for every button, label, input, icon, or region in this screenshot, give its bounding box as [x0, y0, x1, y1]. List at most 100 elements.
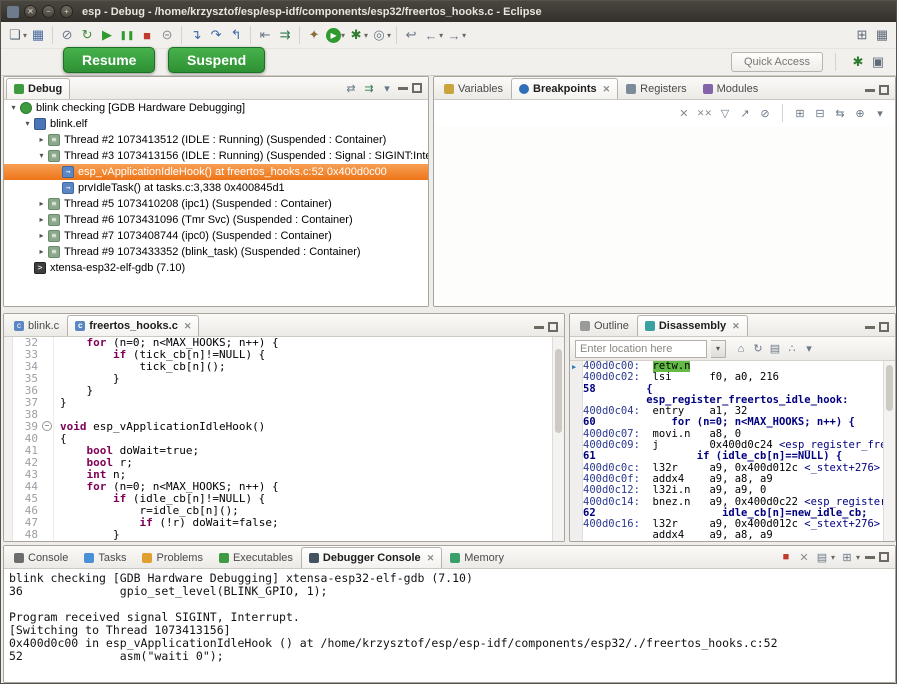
track-expression-icon[interactable]: ∴	[785, 342, 799, 356]
dropdown-caret-icon[interactable]: ▾	[439, 31, 443, 40]
expand-arrow-icon[interactable]: ▸	[36, 196, 47, 212]
collapse-all-icon[interactable]: ⊟	[813, 106, 827, 120]
minimize-view-icon[interactable]	[534, 326, 544, 329]
dropdown-caret-icon[interactable]: ▾	[462, 31, 466, 40]
dropdown-caret-icon[interactable]: ▾	[341, 31, 345, 40]
instruction-stepping-icon[interactable]: ⇉	[275, 25, 295, 45]
maximize-window-button[interactable]: +	[60, 5, 73, 18]
forward-icon[interactable]: →	[444, 25, 464, 45]
tab-freertos-hooks-c[interactable]: cfreertos_hooks.c✕	[67, 315, 199, 336]
maximize-view-icon[interactable]	[412, 83, 422, 93]
close-tab-icon[interactable]: ✕	[427, 553, 435, 564]
link-with-debug-view-icon[interactable]: ⇆	[833, 106, 847, 120]
debug-tree-item[interactable]: >xtensa-esp32-elf-gdb (7.10)	[4, 260, 428, 276]
dropdown-caret-icon[interactable]: ▾	[23, 31, 27, 40]
launch-wizard-icon[interactable]: ✦	[304, 25, 324, 45]
tab-registers[interactable]: Registers	[618, 78, 694, 99]
collapse-arrow-icon[interactable]: ▾	[36, 148, 47, 164]
tab-breakpoints[interactable]: Breakpoints✕	[511, 78, 618, 99]
close-tab-icon[interactable]: ✕	[603, 84, 611, 95]
expand-arrow-icon[interactable]: ▸	[36, 228, 47, 244]
refresh-icon[interactable]: ↻	[751, 342, 765, 356]
tab-debug[interactable]: Debug	[6, 78, 70, 99]
dropdown-caret-icon[interactable]: ▾	[387, 31, 391, 40]
back-icon[interactable]: ←	[421, 25, 441, 45]
view-menu-icon[interactable]: ▾	[873, 106, 887, 120]
step-into-icon[interactable]: ↴	[186, 25, 206, 45]
debug-perspective-icon[interactable]: ✱	[848, 52, 868, 72]
connect-process-icon[interactable]: ⇄	[344, 81, 358, 95]
expand-arrow-icon[interactable]: ▸	[36, 212, 47, 228]
last-edit-location-icon[interactable]: ↩	[401, 25, 421, 45]
terminate-icon[interactable]: ■	[779, 550, 793, 564]
dropdown-caret-icon[interactable]: ▾	[364, 31, 368, 40]
disassembly-content[interactable]: ▶400d0c00: retw.n400d0c02: lsi f0, a0, 2…	[570, 361, 895, 541]
tab-executables[interactable]: Executables	[211, 547, 301, 568]
disconnect-icon[interactable]: ⊝	[157, 25, 177, 45]
dropdown-caret-icon[interactable]: ▾	[831, 553, 835, 562]
home-icon[interactable]: ⌂	[734, 342, 748, 356]
location-input[interactable]: Enter location here	[575, 340, 707, 358]
quick-access-button[interactable]: Quick Access	[731, 52, 823, 72]
debug-tree-item[interactable]: ▸≡Thread #9 1073433352 (blink_task) (Sus…	[4, 244, 428, 260]
minimize-view-icon[interactable]	[398, 87, 408, 90]
step-over-icon[interactable]: ↷	[206, 25, 226, 45]
restart-icon[interactable]: ↻	[77, 25, 97, 45]
editor-scrollbar[interactable]	[552, 337, 564, 541]
remove-breakpoint-icon[interactable]: ✕	[677, 106, 691, 120]
remove-launch-icon[interactable]: ✕	[797, 550, 811, 564]
workbench-grid-icon[interactable]: ▦	[872, 25, 892, 45]
tab-debugger-console[interactable]: Debugger Console✕	[301, 547, 442, 568]
suspend-icon[interactable]: ❚❚	[117, 25, 137, 45]
step-return-icon[interactable]: ↰	[226, 25, 246, 45]
maximize-view-icon[interactable]	[879, 322, 889, 332]
close-tab-icon[interactable]: ✕	[732, 321, 740, 332]
location-dropdown-icon[interactable]: ▾	[711, 340, 726, 358]
tab-disassembly[interactable]: Disassembly✕	[637, 315, 748, 336]
minimize-view-icon[interactable]	[865, 326, 875, 329]
tab-memory[interactable]: Memory	[442, 547, 512, 568]
fold-marker-icon[interactable]: −	[42, 421, 52, 431]
tab-tasks[interactable]: Tasks	[76, 547, 134, 568]
minimize-view-icon[interactable]	[865, 556, 875, 559]
scrollbar-thumb[interactable]	[886, 365, 893, 411]
disassembly-scrollbar[interactable]	[883, 361, 895, 541]
instruction-stepping-mode-icon[interactable]: ⇉	[362, 81, 376, 95]
view-menu-icon[interactable]: ▾	[380, 81, 394, 95]
debug-tree-item[interactable]: ▾blink checking [GDB Hardware Debugging]	[4, 100, 428, 116]
maximize-view-icon[interactable]	[548, 322, 558, 332]
debug-tree-item[interactable]: →esp_vApplicationIdleHook() at freertos_…	[4, 164, 428, 180]
tab-modules[interactable]: Modules	[695, 78, 767, 99]
maximize-view-icon[interactable]	[879, 85, 889, 95]
collapse-arrow-icon[interactable]: ▾	[8, 100, 19, 116]
show-breakpoints-for-target-icon[interactable]: ▽	[718, 106, 732, 120]
minimize-window-button[interactable]: −	[42, 5, 55, 18]
close-tab-icon[interactable]: ✕	[184, 321, 192, 332]
close-window-button[interactable]: ✕	[24, 5, 37, 18]
tab-blink-c[interactable]: cblink.c	[6, 315, 67, 336]
debug-tree-item[interactable]: ▾≡Thread #3 1073413156 (IDLE : Running) …	[4, 148, 428, 164]
debug-icon[interactable]: ✱	[346, 25, 366, 45]
console-output[interactable]: blink checking [GDB Hardware Debugging] …	[4, 569, 895, 682]
code-editor[interactable]: 32 for (n=0; n<MAX_HOOKS; n++) {33 if (t…	[4, 337, 564, 541]
tab-problems[interactable]: Problems	[134, 547, 210, 568]
debug-tree-item[interactable]: ▾blink.elf	[4, 116, 428, 132]
run-icon[interactable]: ▶	[326, 28, 341, 43]
tab-console[interactable]: Console	[6, 547, 76, 568]
open-console-icon[interactable]: ⊞	[840, 550, 854, 564]
terminate-icon[interactable]: ■	[137, 25, 157, 45]
tab-variables[interactable]: Variables	[436, 78, 511, 99]
skip-all-breakpoints-icon[interactable]: ⊘	[758, 106, 772, 120]
tab-outline[interactable]: Outline	[572, 315, 637, 336]
debug-tree-item[interactable]: ▸≡Thread #5 1073410208 (ipc1) (Suspended…	[4, 196, 428, 212]
open-perspective-icon[interactable]: ⊞	[852, 25, 872, 45]
new-wizard-icon[interactable]: ❏	[5, 25, 25, 45]
expand-all-icon[interactable]: ⊞	[793, 106, 807, 120]
debug-tree-item[interactable]: →prvIdleTask() at tasks.c:3,338 0x400845…	[4, 180, 428, 196]
show-source-icon[interactable]: ▤	[768, 342, 782, 356]
expand-arrow-icon[interactable]: ▸	[36, 132, 47, 148]
remove-all-breakpoints-icon[interactable]: ✕✕	[697, 106, 712, 120]
dropdown-caret-icon[interactable]: ▾	[856, 553, 860, 562]
scrollbar-thumb[interactable]	[555, 349, 562, 433]
c-cpp-perspective-icon[interactable]: ▣	[868, 52, 888, 72]
